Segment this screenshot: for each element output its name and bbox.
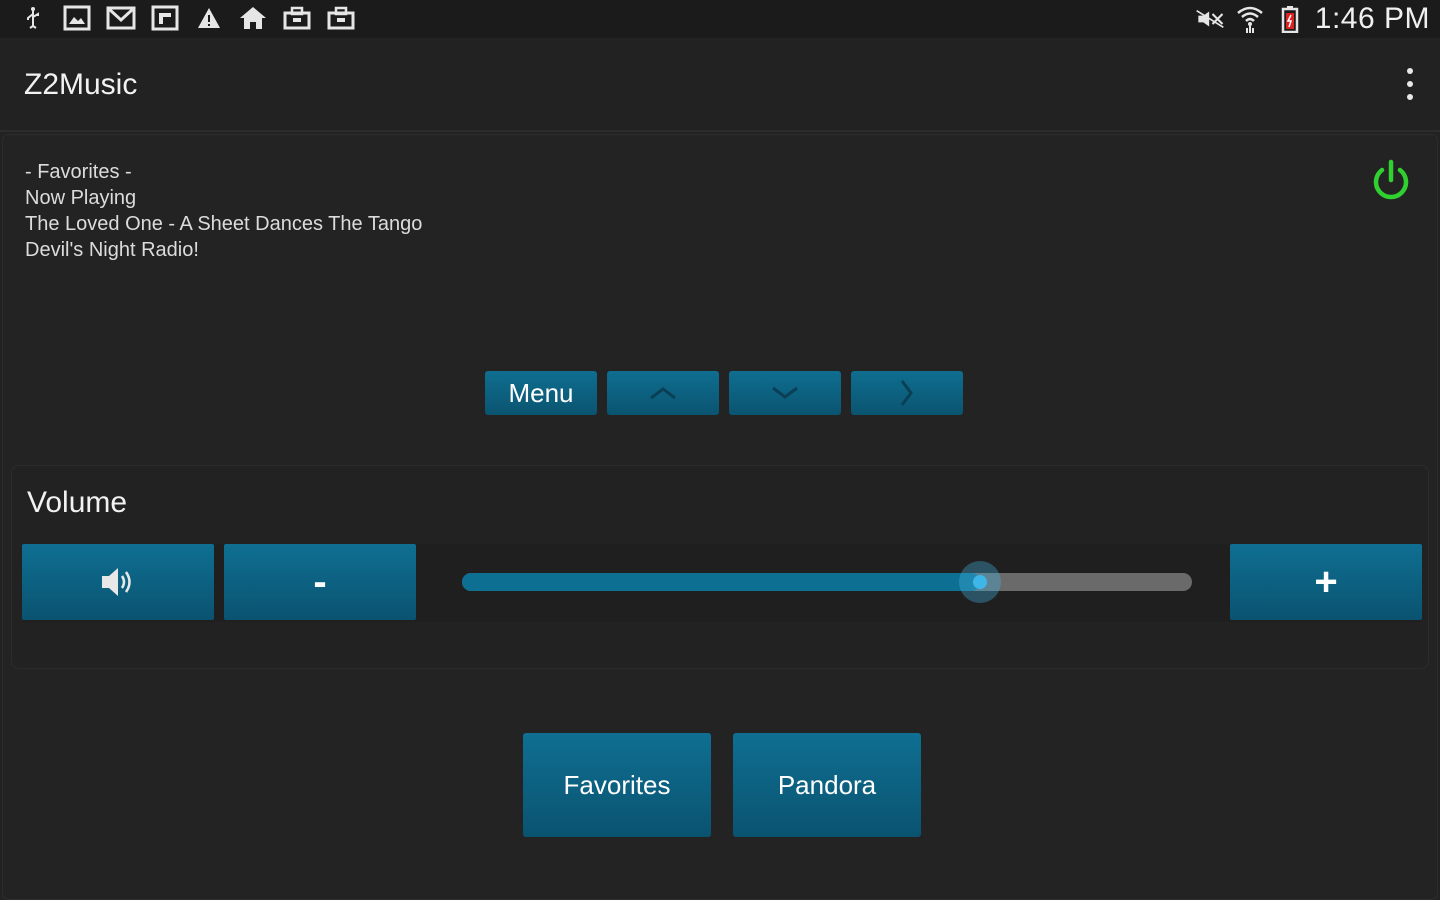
overflow-dot [1407, 68, 1413, 74]
now-playing-info: - Favorites - Now Playing The Loved One … [25, 159, 422, 263]
speaker-icon [102, 568, 131, 596]
notification-icons [18, 4, 356, 32]
menu-button[interactable]: Menu [485, 371, 597, 415]
pandora-button[interactable]: Pandora [733, 733, 921, 837]
home-icon [238, 4, 268, 32]
power-icon [1373, 159, 1409, 200]
volume-up-button[interactable]: + [1230, 544, 1422, 620]
down-button[interactable] [729, 371, 841, 415]
flipboard-icon [150, 4, 180, 32]
mute-button[interactable] [22, 544, 214, 620]
chevron-right-icon [900, 380, 913, 406]
volume-panel: Volume - + [11, 465, 1429, 669]
gmail-icon [106, 4, 136, 32]
favorites-button[interactable]: Favorites [523, 733, 711, 837]
clock: 1:46 PM [1314, 2, 1430, 35]
overflow-dot [1407, 81, 1413, 87]
briefcase-icon [326, 4, 356, 32]
right-button[interactable] [851, 371, 963, 415]
battery-icon [1275, 5, 1305, 33]
volume-controls: - + [22, 544, 1422, 622]
source-buttons: Favorites Pandora [523, 733, 921, 837]
briefcase-icon [282, 4, 312, 32]
overflow-menu-icon[interactable] [1402, 68, 1418, 100]
station-name: Devil's Night Radio! [25, 239, 199, 261]
power-button[interactable] [1369, 159, 1413, 203]
main-content: - Favorites - Now Playing The Loved One … [2, 134, 1438, 900]
warning-icon [194, 4, 224, 32]
wifi-icon [1235, 5, 1265, 33]
playlist-source: - Favorites - [25, 161, 132, 183]
action-bar: Z2Music [0, 38, 1440, 132]
volume-slider[interactable] [462, 561, 1192, 603]
volume-down-button[interactable]: - [224, 544, 416, 620]
mute-icon [1195, 5, 1225, 33]
now-playing-label: Now Playing [25, 187, 137, 209]
overflow-dot [1407, 94, 1413, 100]
chevron-up-icon [650, 387, 676, 400]
slider-fill [462, 573, 981, 591]
image-icon [62, 4, 92, 32]
navigation-controls: Menu [485, 371, 963, 415]
system-status: 1:46 PM [1195, 2, 1430, 36]
app-title: Z2Music [24, 68, 138, 101]
up-button[interactable] [607, 371, 719, 415]
usb-icon [18, 4, 48, 32]
status-bar: 1:46 PM [0, 0, 1440, 38]
chevron-down-icon [772, 386, 798, 399]
volume-title: Volume [27, 486, 128, 519]
track-title: The Loved One - A Sheet Dances The Tango [25, 213, 423, 235]
slider-thumb[interactable] [959, 561, 1002, 603]
